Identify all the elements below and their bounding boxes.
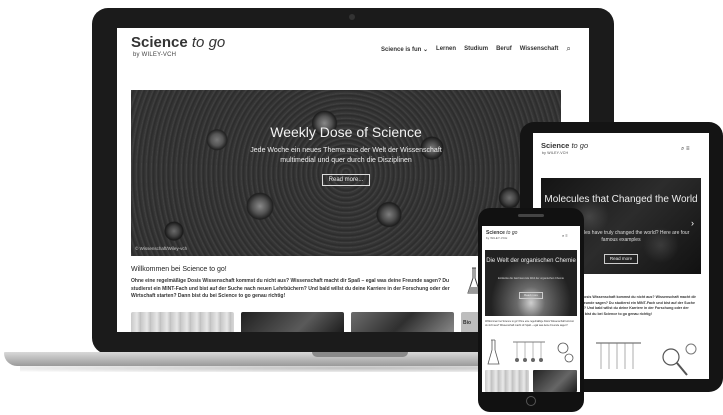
menu-icon[interactable]: ⌕ ≡ <box>681 146 690 153</box>
teaser-tile[interactable] <box>485 370 529 392</box>
teaser-tile[interactable] <box>533 370 577 392</box>
read-more-button[interactable]: Read more... <box>322 174 370 186</box>
menu-icon[interactable]: ⌕ ≡ <box>562 233 568 238</box>
read-more-button[interactable]: Read more <box>519 292 543 299</box>
logo-italic-text: to go <box>191 34 226 51</box>
logo-italic-text: to go <box>571 141 589 150</box>
nav-item-studium[interactable]: Studium <box>464 46 488 52</box>
teaser-tile[interactable] <box>131 312 234 332</box>
hero-title: Weekly Dose of Science <box>270 124 422 140</box>
hero-title: Die Welt der organischen Chemie <box>486 258 576 264</box>
home-button[interactable] <box>526 396 536 406</box>
teaser-tiles <box>485 370 577 392</box>
nav-item-beruf[interactable]: Beruf <box>496 46 512 52</box>
teaser-tile[interactable] <box>241 312 344 332</box>
logo-subtitle: by WILEY-VCH <box>133 52 177 58</box>
nav-item-wissenschaft[interactable]: Wissenschaft <box>520 46 559 52</box>
read-more-button[interactable]: Read more <box>604 254 638 264</box>
image-credit: © Wissenschaft/Wiley-vch <box>135 246 188 251</box>
teaser-tiles: Bio <box>131 312 487 332</box>
phone-speaker <box>518 214 544 217</box>
logo-subtitle: by WILEY-VCH <box>486 236 508 240</box>
hero-title: Molecules that Changed the World <box>544 194 698 205</box>
hero-text: Entdecke die faszinierende Welt der orga… <box>498 277 564 280</box>
teaser-tile[interactable] <box>351 312 454 332</box>
phone-screen: Science to go by WILEY-VCH ⌕ ≡ Die Welt … <box>482 226 580 392</box>
science-illustration <box>487 339 574 365</box>
nav-item-science-is-fun[interactable]: Science is fun ⌄ <box>381 46 428 53</box>
chevron-right-icon[interactable]: › <box>691 218 694 228</box>
welcome-heading: Willkommen bei Science to go! <box>131 266 227 273</box>
nav-item-lernen[interactable]: Lernen <box>436 46 456 52</box>
laptop-notch <box>312 352 408 357</box>
site-logo[interactable]: Science to go <box>541 141 588 150</box>
intro-text: Ohne eine regelmäßige Dosis Wissenschaft… <box>131 278 450 299</box>
hero-text: Jede Woche ein neues Thema aus der Welt … <box>250 147 442 164</box>
intro-text: Willkommen bei Science to go! Ohne eine … <box>485 320 574 327</box>
logo-main-text: Science <box>131 34 188 51</box>
main-nav: Science is fun ⌄ Lernen Studium Beruf Wi… <box>381 44 571 54</box>
search-icon[interactable]: ⌕ <box>566 44 570 54</box>
site-logo[interactable]: Science to go <box>131 34 225 51</box>
camera-icon <box>349 14 355 20</box>
logo-subtitle: by WILEY-VCH <box>542 151 569 155</box>
hero-slider[interactable]: Die Welt der organischen Chemie Entdecke… <box>485 250 577 316</box>
logo-main-text: Science <box>541 141 570 150</box>
logo-italic-text: to go <box>506 230 518 236</box>
